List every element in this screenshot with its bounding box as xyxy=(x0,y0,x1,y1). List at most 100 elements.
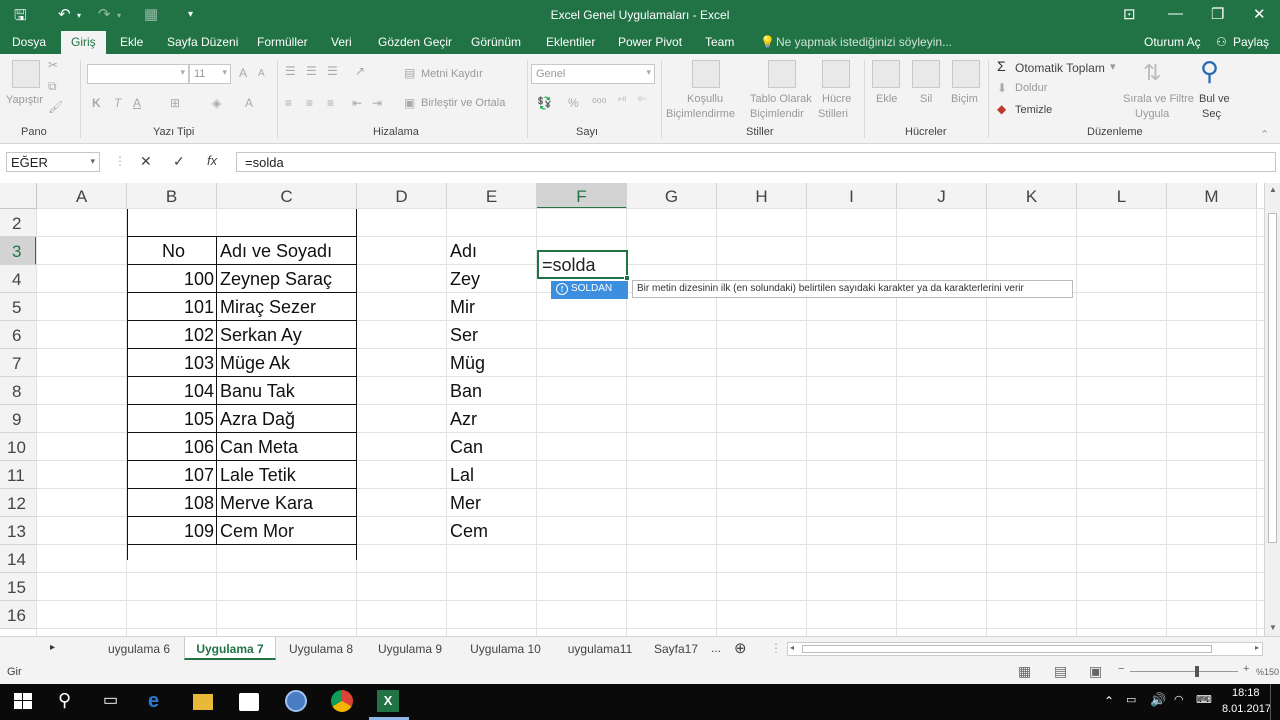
minimize-icon[interactable]: — xyxy=(1168,5,1183,22)
excel-taskbar-icon[interactable]: X xyxy=(377,690,401,714)
autocomplete-item-soldan[interactable]: f SOLDAN xyxy=(551,281,628,299)
search-icon[interactable]: ⚲ xyxy=(58,690,82,714)
volume-icon[interactable]: 🔊 xyxy=(1150,692,1166,708)
sort-filter-label-1[interactable]: Sırala ve Filtre xyxy=(1123,93,1194,105)
decrease-decimal-icon[interactable]: ⁰⁻ xyxy=(638,96,647,107)
row-header[interactable]: 13 xyxy=(0,517,37,545)
row-header[interactable]: 2 xyxy=(0,209,37,237)
column-header[interactable]: B xyxy=(127,183,217,209)
decrease-font-icon[interactable]: A xyxy=(258,68,265,79)
increase-font-icon[interactable]: A xyxy=(239,66,247,80)
chrome-icon[interactable] xyxy=(331,690,355,714)
format-as-table-label-2[interactable]: Biçimlendir xyxy=(750,108,804,120)
merge-center-button[interactable]: Birleştir ve Ortala xyxy=(421,97,505,109)
zoom-slider[interactable] xyxy=(1130,671,1238,672)
name-box[interactable]: EĞER ▾ xyxy=(6,152,100,172)
paste-button[interactable]: Yapıştır xyxy=(6,94,43,106)
cell[interactable]: Azr xyxy=(447,405,537,433)
tab-power-pivot[interactable]: Power Pivot xyxy=(618,35,682,49)
tray-expand-icon[interactable]: ⌃ xyxy=(1104,694,1114,708)
clock-date[interactable]: 8.01.2017 xyxy=(1222,703,1271,715)
tab-formulas[interactable]: Formüller xyxy=(257,35,308,49)
keyboard-icon[interactable]: ⌨ xyxy=(1196,693,1212,706)
sheet-tab[interactable]: Uygulama 8 xyxy=(277,637,365,660)
column-header[interactable]: A xyxy=(37,183,127,209)
column-header[interactable]: L xyxy=(1077,183,1167,209)
column-header[interactable]: F xyxy=(537,183,627,209)
row-header[interactable]: 12 xyxy=(0,489,37,517)
column-header[interactable]: M xyxy=(1167,183,1257,209)
column-header[interactable]: J xyxy=(897,183,987,209)
zoom-slider-thumb[interactable] xyxy=(1195,666,1199,677)
currency-icon[interactable]: 💱 xyxy=(537,96,552,110)
font-color-icon[interactable]: A xyxy=(245,96,253,110)
row-header[interactable]: 6 xyxy=(0,321,37,349)
row-header[interactable]: 4 xyxy=(0,265,37,293)
column-header[interactable]: G xyxy=(627,183,717,209)
sheet-tab[interactable]: Uygulama 10 xyxy=(455,637,556,660)
active-cell-f3[interactable]: =solda xyxy=(537,250,630,281)
horizontal-scroll-thumb[interactable] xyxy=(802,645,1212,653)
bold-button[interactable]: K xyxy=(92,96,101,110)
zoom-in-icon[interactable]: + xyxy=(1243,663,1249,675)
file-explorer-icon[interactable] xyxy=(193,690,217,714)
cell[interactable]: Ser xyxy=(447,321,537,349)
tab-addins[interactable]: Eklentiler xyxy=(546,35,595,49)
horizontal-scrollbar[interactable]: ◂ ▸ xyxy=(787,642,1263,656)
vertical-scroll-thumb[interactable] xyxy=(1268,213,1277,543)
comma-style-icon[interactable]: ⁰⁰⁰ xyxy=(592,96,606,110)
sheet-tab[interactable]: Uygulama 9 xyxy=(366,637,454,660)
increase-decimal-icon[interactable]: ⁺⁰ xyxy=(617,96,626,107)
new-sheet-icon[interactable]: ⊕ xyxy=(734,639,747,657)
tab-view[interactable]: Görünüm xyxy=(471,35,521,49)
normal-view-icon[interactable]: ▦ xyxy=(1018,663,1031,680)
sheet-tab[interactable]: uygulama11 xyxy=(556,637,644,660)
number-format-combo[interactable]: Genel ▾ xyxy=(531,64,655,84)
cut-icon[interactable]: ✂ xyxy=(48,58,58,72)
cell[interactable]: Can xyxy=(447,433,537,461)
align-right-icon[interactable]: ≡ xyxy=(327,96,334,110)
more-sheets-button[interactable]: ... xyxy=(711,641,721,655)
copy-icon[interactable]: ⧉ xyxy=(48,79,57,94)
task-view-icon[interactable]: ▭ xyxy=(103,690,127,714)
scroll-right-icon[interactable]: ▸ xyxy=(1255,643,1259,652)
scroll-left-icon[interactable]: ◂ xyxy=(790,643,794,652)
windows-start-icon[interactable] xyxy=(12,690,36,714)
row-header[interactable]: 16 xyxy=(0,601,37,629)
restore-icon[interactable]: ❐ xyxy=(1211,5,1224,23)
column-header[interactable]: D xyxy=(357,183,447,209)
cancel-entry-icon[interactable]: ✕ xyxy=(140,153,152,170)
sort-filter-label-2[interactable]: Uygula xyxy=(1135,108,1169,120)
conditional-formatting-label-2[interactable]: Biçimlendirme xyxy=(666,108,735,120)
show-desktop-button[interactable] xyxy=(1270,684,1280,720)
page-layout-view-icon[interactable]: ▤ xyxy=(1054,663,1067,680)
tab-home[interactable]: Giriş xyxy=(61,31,106,54)
row-header[interactable]: 8 xyxy=(0,377,37,405)
cell-styles-label-1[interactable]: Hücre xyxy=(822,93,851,105)
tab-insert[interactable]: Ekle xyxy=(120,35,143,49)
clock-time[interactable]: 18:18 xyxy=(1232,687,1260,699)
tab-data[interactable]: Veri xyxy=(331,35,352,49)
share-button[interactable]: Paylaş xyxy=(1233,35,1269,49)
find-select-label-1[interactable]: Bul ve xyxy=(1199,93,1230,105)
align-middle-icon[interactable]: ☰ xyxy=(306,64,317,78)
autosum-button[interactable]: Otomatik Toplam xyxy=(1015,61,1105,75)
scroll-up-icon[interactable]: ▲ xyxy=(1269,185,1277,194)
row-header[interactable]: 7 xyxy=(0,349,37,377)
format-painter-icon[interactable]: 🖌 xyxy=(48,100,63,114)
scroll-down-icon[interactable]: ▼ xyxy=(1269,623,1277,632)
increase-indent-icon[interactable]: ⇥ xyxy=(372,96,382,110)
ribbon-display-icon[interactable]: ⊡ xyxy=(1123,5,1136,23)
cell[interactable]: Müg xyxy=(447,349,537,377)
percent-button[interactable]: % xyxy=(568,96,579,110)
column-header[interactable]: K xyxy=(987,183,1077,209)
collapse-ribbon-icon[interactable]: ⌃ xyxy=(1260,128,1269,141)
cell[interactable]: Lal xyxy=(447,461,537,489)
tab-page-layout[interactable]: Sayfa Düzeni xyxy=(167,35,238,49)
formula-input[interactable]: =solda xyxy=(236,152,1276,172)
scroll-tabs-right-icon[interactable]: ▸ xyxy=(50,642,55,653)
row-header[interactable]: 15 xyxy=(0,573,37,601)
find-select-label-2[interactable]: Seç xyxy=(1202,108,1221,120)
column-header[interactable]: H xyxy=(717,183,807,209)
cell[interactable]: Adı xyxy=(447,237,537,265)
